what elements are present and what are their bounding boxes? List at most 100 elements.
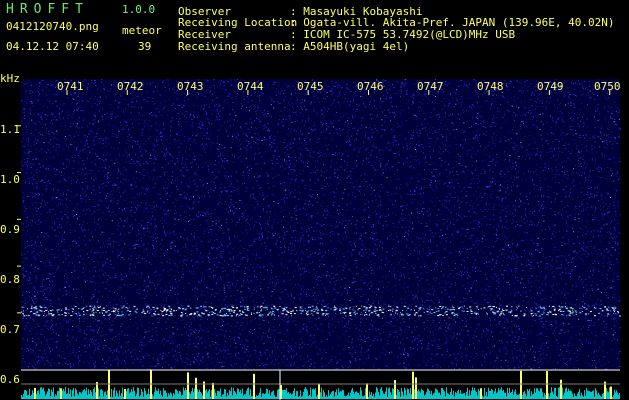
noise-pixel: [73, 172, 75, 174]
noise-pixel: [45, 189, 46, 191]
noise-pixel: [371, 272, 373, 274]
noise-pixel: [607, 121, 609, 123]
noise-pixel: [200, 327, 201, 329]
noise-pixel: [526, 196, 528, 198]
noise-pixel: [491, 276, 493, 278]
noise-pixel: [177, 293, 179, 295]
noise-pixel: [472, 244, 474, 246]
noise-pixel: [341, 304, 343, 306]
noise-pixel: [147, 243, 149, 245]
noise-pixel: [616, 172, 618, 174]
noise-pixel: [584, 124, 586, 126]
noise-pixel: [295, 218, 297, 220]
noise-pixel: [364, 134, 366, 136]
noise-pixel: [155, 225, 157, 227]
noise-pixel: [108, 275, 110, 277]
noise-pixel: [581, 308, 583, 310]
noise-pixel: [423, 208, 425, 210]
noise-pixel: [505, 85, 507, 87]
noise-pixel: [268, 130, 270, 132]
noise-pixel: [474, 211, 476, 213]
noise-pixel: [540, 225, 542, 227]
noise-pixel: [136, 313, 138, 315]
noise-pixel: [310, 340, 312, 342]
noise-pixel: [229, 258, 231, 260]
noise-pixel: [273, 155, 275, 157]
noise-pixel: [78, 245, 80, 247]
noise-pixel: [182, 276, 184, 278]
noise-pixel: [81, 224, 83, 226]
noise-pixel: [195, 337, 197, 338]
noise-pixel: [403, 362, 405, 364]
noise-pixel: [109, 240, 111, 242]
noise-pixel: [473, 182, 475, 184]
noise-pixel: [306, 330, 308, 332]
noise-pixel: [492, 278, 494, 280]
noise-pixel: [383, 95, 385, 96]
noise-pixel: [615, 317, 617, 319]
noise-pixel: [211, 233, 213, 235]
noise-pixel: [102, 140, 104, 141]
noise-pixel: [240, 103, 242, 104]
noise-pixel: [201, 257, 203, 259]
noise-pixel: [315, 340, 317, 342]
noise-pixel: [431, 180, 433, 182]
noise-pixel: [470, 200, 472, 202]
noise-pixel: [202, 185, 204, 187]
noise-pixel: [545, 107, 547, 108]
noise-pixel: [586, 203, 588, 205]
noise-pixel: [483, 252, 485, 254]
noise-pixel: [43, 251, 45, 253]
noise-pixel: [94, 367, 96, 369]
noise-pixel: [30, 303, 32, 305]
noise-pixel: [28, 196, 30, 197]
noise-pixel: [272, 266, 274, 268]
noise-pixel: [343, 267, 345, 269]
noise-pixel: [135, 153, 137, 155]
noise-pixel: [445, 169, 447, 171]
noise-pixel: [536, 101, 537, 103]
noise-pixel: [51, 317, 53, 319]
noise-pixel: [138, 255, 140, 256]
noise-pixel: [552, 325, 554, 326]
noise-pixel: [338, 92, 340, 94]
noise-pixel: [588, 320, 590, 321]
noise-pixel: [598, 166, 600, 168]
noise-pixel: [150, 288, 152, 290]
noise-pixel: [122, 278, 124, 280]
noise-pixel: [371, 232, 373, 233]
noise-pixel: [413, 167, 415, 169]
noise-pixel: [261, 339, 263, 340]
noise-pixel: [201, 328, 203, 330]
noise-pixel: [467, 229, 469, 230]
noise-pixel: [238, 358, 240, 360]
noise-pixel: [508, 368, 510, 369]
noise-pixel: [246, 150, 248, 152]
noise-pixel: [43, 285, 45, 287]
noise-pixel: [124, 189, 126, 191]
noise-pixel: [389, 199, 391, 201]
noise-pixel: [255, 163, 257, 165]
noise-pixel: [570, 192, 572, 194]
noise-pixel: [220, 125, 222, 127]
noise-pixel: [534, 351, 536, 353]
noise-pixel: [584, 293, 586, 295]
noise-pixel: [463, 297, 465, 299]
noise-pixel: [207, 231, 209, 233]
noise-pixel: [133, 325, 135, 327]
noise-pixel: [97, 120, 99, 122]
noise-pixel: [209, 261, 210, 263]
noise-pixel: [68, 118, 70, 119]
noise-pixel: [87, 86, 89, 88]
noise-pixel: [259, 107, 261, 109]
noise-pixel: [64, 179, 66, 180]
noise-pixel: [549, 115, 551, 117]
noise-pixel: [305, 270, 307, 272]
noise-pixel: [506, 341, 508, 343]
noise-pixel: [125, 190, 127, 192]
noise-pixel: [349, 170, 351, 172]
noise-pixel: [97, 252, 99, 254]
noise-pixel: [28, 245, 30, 247]
noise-pixel: [201, 279, 202, 281]
noise-pixel: [128, 155, 130, 157]
